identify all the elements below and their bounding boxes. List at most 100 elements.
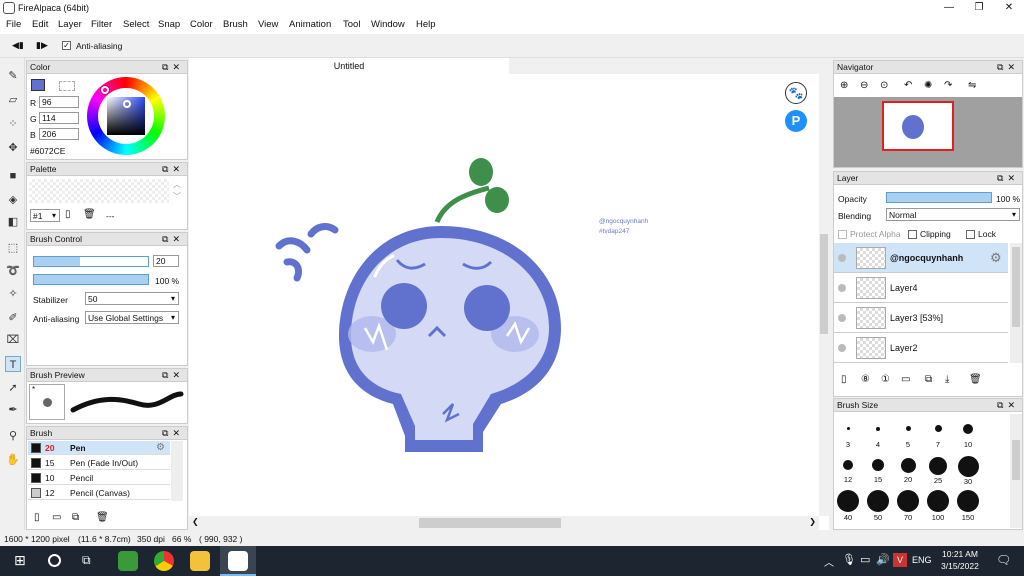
new-brush-icon[interactable]: ▯ bbox=[34, 512, 40, 523]
navigator-viewport[interactable] bbox=[882, 101, 954, 151]
menu-view[interactable]: View bbox=[258, 19, 278, 30]
eraser-tool-icon[interactable]: ▱ bbox=[5, 92, 21, 108]
file-explorer-icon[interactable] bbox=[190, 551, 210, 571]
brush-size-scrollbar[interactable] bbox=[1010, 414, 1022, 528]
new-folder-icon[interactable]: ▭ bbox=[901, 374, 910, 385]
brush-size-option[interactable]: 4 bbox=[863, 424, 893, 449]
protect-alpha-checkbox[interactable]: Protect Alpha bbox=[838, 229, 901, 240]
layer-visibility-icon[interactable] bbox=[838, 254, 846, 262]
merge-layer-icon[interactable]: ⤓ bbox=[945, 374, 949, 385]
pixiv-icon[interactable]: P bbox=[785, 110, 807, 132]
transparent-swatch[interactable] bbox=[59, 81, 75, 91]
layer-scroll-thumb[interactable] bbox=[1012, 247, 1020, 327]
panel-controls[interactable]: ⧉✕ bbox=[997, 399, 1019, 412]
panel-controls[interactable]: ⧉✕ bbox=[162, 233, 184, 246]
layer-row[interactable]: Layer3 [53%] bbox=[834, 303, 1008, 333]
palette-swatch-area[interactable] bbox=[29, 179, 169, 203]
menu-filter[interactable]: Filter bbox=[91, 19, 112, 30]
horizontal-scrollbar[interactable]: ❮ ❯ bbox=[189, 516, 819, 530]
menu-snap[interactable]: Snap bbox=[158, 19, 180, 30]
panel-controls[interactable]: ⧉✕ bbox=[162, 369, 184, 382]
palette-scroll-up-icon[interactable]: ︿ bbox=[173, 179, 181, 190]
brush-size-option[interactable]: 7 bbox=[923, 424, 953, 449]
tab-untitled[interactable]: Untitled bbox=[189, 58, 509, 74]
panel-controls[interactable]: ⧉✕ bbox=[162, 427, 184, 440]
main-color-swatch[interactable] bbox=[31, 79, 45, 91]
layer-visibility-icon[interactable] bbox=[838, 314, 846, 322]
app-taskbar-icon[interactable] bbox=[118, 551, 138, 571]
maximize-button[interactable]: ❐ bbox=[964, 0, 994, 16]
delete-brush-icon[interactable]: 🗑 bbox=[96, 512, 109, 523]
b-input[interactable]: 206 bbox=[39, 128, 79, 140]
flip-icon[interactable]: ⇋ bbox=[968, 80, 976, 91]
gradient-tool-icon[interactable]: ◧ bbox=[5, 214, 21, 230]
brush-size-option[interactable]: 20 bbox=[893, 456, 923, 484]
brush-size-option[interactable]: 30 bbox=[953, 456, 983, 486]
fill-tool-icon[interactable]: ■ bbox=[5, 168, 21, 184]
brush-size-option[interactable]: 100 bbox=[923, 490, 953, 522]
dot-tool-icon[interactable]: ⁘ bbox=[5, 116, 21, 132]
lasso-tool-icon[interactable]: ➰ bbox=[5, 263, 21, 279]
chrome-icon[interactable] bbox=[154, 551, 174, 571]
layer-visibility-icon[interactable] bbox=[838, 344, 846, 352]
horizontal-scroll-thumb[interactable] bbox=[419, 518, 561, 528]
rotate-reset-icon[interactable]: ✺ bbox=[924, 80, 932, 91]
palette-selector[interactable]: #1 bbox=[30, 209, 60, 222]
layer-list-scrollbar[interactable] bbox=[1010, 243, 1022, 363]
zoom-out-icon[interactable]: ⊖ bbox=[860, 80, 868, 91]
r-input[interactable]: 96 bbox=[39, 96, 79, 108]
windows-start-icon[interactable]: ⊞ bbox=[14, 552, 26, 569]
color-wheel[interactable] bbox=[87, 77, 165, 155]
brush-size-scroll-thumb[interactable] bbox=[1012, 440, 1020, 480]
menu-window[interactable]: Window bbox=[371, 19, 405, 30]
panel-controls[interactable]: ⧉✕ bbox=[997, 172, 1019, 185]
rotate-right-icon[interactable]: ↷ bbox=[944, 80, 952, 91]
brush-opacity-slider[interactable] bbox=[33, 274, 149, 285]
microphone-icon[interactable]: 🎙 bbox=[842, 553, 856, 566]
task-view-icon[interactable]: ⧉ bbox=[82, 553, 91, 568]
stabilizer-select[interactable]: 50 bbox=[85, 292, 179, 305]
menu-help[interactable]: Help bbox=[416, 19, 436, 30]
brush-size-option[interactable]: 25 bbox=[923, 456, 953, 485]
navigator-preview[interactable] bbox=[834, 97, 1022, 167]
scroll-left-icon[interactable]: ❮ bbox=[192, 517, 199, 526]
menu-color[interactable]: Color bbox=[190, 19, 213, 30]
menu-layer[interactable]: Layer bbox=[58, 19, 82, 30]
new-8bit-layer-icon[interactable]: ⑧ bbox=[861, 374, 870, 385]
menu-brush[interactable]: Brush bbox=[223, 19, 248, 30]
color-picker-handle[interactable] bbox=[123, 100, 131, 108]
vietkey-icon[interactable]: V bbox=[893, 553, 907, 567]
select-pen-tool-icon[interactable]: ✐ bbox=[5, 310, 21, 326]
operation-tool-icon[interactable]: ➚ bbox=[5, 380, 21, 396]
select-eraser-tool-icon[interactable]: ⌧ bbox=[5, 332, 21, 348]
move-tool-icon[interactable]: ✥ bbox=[5, 140, 21, 156]
brush-antialias-select[interactable]: Use Global Settings bbox=[85, 311, 179, 324]
layer-opacity-slider[interactable] bbox=[886, 192, 992, 203]
brush-settings-gear-icon[interactable]: ⚙ bbox=[156, 442, 165, 453]
layer-settings-gear-icon[interactable]: ⚙ bbox=[990, 250, 1002, 266]
delete-palette-icon[interactable]: 🗑 bbox=[83, 209, 96, 220]
menu-file[interactable]: File bbox=[6, 19, 21, 30]
next-frame-icon[interactable]: ▮▶ bbox=[36, 40, 48, 51]
eyedropper-tool-icon[interactable]: ⚲ bbox=[5, 428, 21, 444]
menu-select[interactable]: Select bbox=[123, 19, 149, 30]
prev-frame-icon[interactable]: ◀▮ bbox=[12, 40, 24, 51]
blending-select[interactable]: Normal bbox=[886, 208, 1020, 221]
palette-scroll-down-icon[interactable]: ﹀ bbox=[173, 191, 181, 202]
brush-size-option[interactable]: 50 bbox=[863, 490, 893, 522]
menu-edit[interactable]: Edit bbox=[32, 19, 48, 30]
brush-size-slider[interactable] bbox=[33, 256, 149, 267]
layer-visibility-icon[interactable] bbox=[838, 284, 846, 292]
layer-row[interactable]: @ngocquynhanh ⚙ bbox=[834, 243, 1008, 273]
firealpaca-taskbar-button[interactable] bbox=[220, 546, 256, 576]
zoom-in-icon[interactable]: ⊕ bbox=[840, 80, 848, 91]
brush-size-option[interactable]: 15 bbox=[863, 456, 893, 484]
hand-tool-icon[interactable]: ✋ bbox=[5, 452, 21, 468]
brush-item[interactable]: 20 Pen ⚙ bbox=[28, 441, 170, 455]
panel-controls[interactable]: ⧉✕ bbox=[162, 163, 184, 176]
clipping-checkbox[interactable]: Clipping bbox=[908, 229, 951, 240]
brush-size-input[interactable]: 20 bbox=[153, 255, 179, 267]
magic-wand-tool-icon[interactable]: ✧ bbox=[5, 286, 21, 302]
brush-size-option[interactable]: 12 bbox=[833, 456, 863, 484]
layer-row[interactable]: Layer4 bbox=[834, 273, 1008, 303]
